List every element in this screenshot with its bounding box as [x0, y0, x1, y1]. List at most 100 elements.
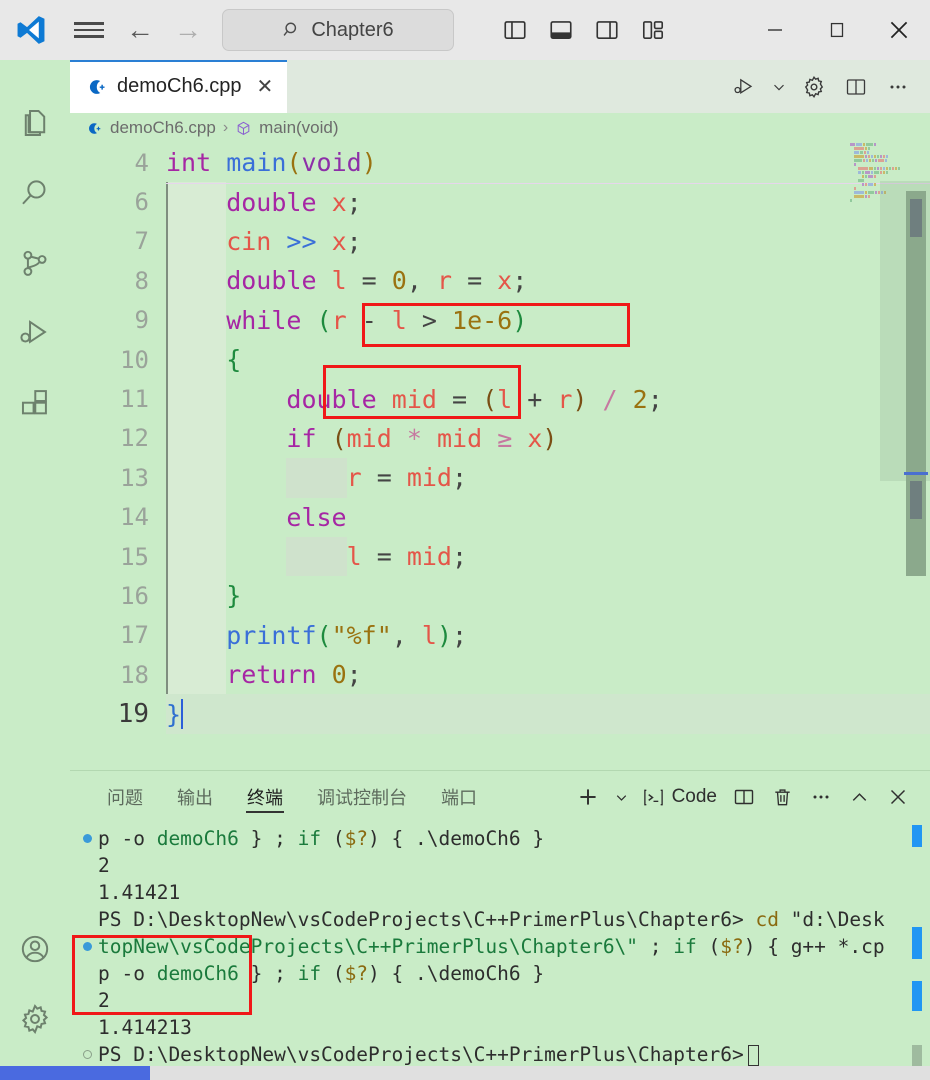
- panel-bottom-icon[interactable]: [542, 8, 580, 52]
- code-line[interactable]: 10 {: [70, 339, 930, 380]
- split-editor-icon[interactable]: [836, 65, 876, 109]
- code-line-body: double l = 0, r = x;: [166, 261, 930, 301]
- status-bar: [0, 1066, 930, 1080]
- code-line[interactable]: 19}: [70, 694, 930, 734]
- command-decoration-icon[interactable]: [76, 834, 98, 843]
- code-line[interactable]: 13 r = mid;: [70, 458, 930, 498]
- minimap-line: [854, 151, 902, 154]
- sidebar-item-extensions[interactable]: [0, 368, 70, 438]
- ellipsis-icon[interactable]: [803, 775, 839, 819]
- minimap-token: [867, 147, 870, 150]
- code-line[interactable]: 7 cin >> x;: [70, 221, 930, 262]
- breadcrumb-file[interactable]: demoCh6.cpp: [110, 118, 216, 138]
- command-decoration-icon[interactable]: [76, 1050, 98, 1059]
- ellipsis-icon[interactable]: [878, 65, 918, 109]
- split-terminal-icon[interactable]: [726, 775, 762, 819]
- minimap-token: [850, 143, 855, 146]
- code-line[interactable]: 8 double l = 0, r = x;: [70, 261, 930, 301]
- command-center[interactable]: Chapter6: [222, 9, 454, 51]
- minimap-token: [875, 159, 877, 162]
- code-line[interactable]: 17 printf("%f", l);: [70, 615, 930, 656]
- trash-icon[interactable]: [765, 775, 800, 819]
- run-debug-icon[interactable]: [724, 65, 764, 109]
- chevron-up-icon[interactable]: [842, 775, 877, 819]
- breadcrumb-separator: ›: [222, 119, 229, 136]
- code-line[interactable]: 16}: [70, 576, 930, 616]
- terminal-scrollbar[interactable]: [912, 823, 922, 1080]
- code-line[interactable]: 4 int main(void): [70, 143, 930, 182]
- minimap-token: [868, 167, 874, 170]
- code-text: }: [166, 699, 182, 729]
- line-number: 11: [120, 385, 149, 414]
- code-line-body: cin >> x;: [166, 221, 930, 262]
- hamburger-menu-icon[interactable]: [62, 0, 116, 60]
- terminal-line-text: 2: [98, 989, 110, 1012]
- code-line[interactable]: 18 return 0;: [70, 655, 930, 695]
- minimap-token: [867, 191, 874, 194]
- minimize-button[interactable]: [744, 0, 806, 60]
- layout-grid-icon[interactable]: [634, 8, 672, 52]
- minimap-token: [885, 155, 888, 158]
- indent-block: [168, 497, 227, 537]
- tab-ports[interactable]: 端口: [424, 771, 494, 823]
- sidebar-item-settings[interactable]: [0, 984, 70, 1054]
- indent-block: [168, 339, 227, 380]
- gear-icon[interactable]: [794, 65, 834, 109]
- close-icon[interactable]: [880, 775, 916, 819]
- sidebar-item-run-debug[interactable]: [0, 298, 70, 368]
- indent-block: [286, 536, 347, 577]
- close-icon[interactable]: ✕: [257, 74, 274, 99]
- title-bar: ← → Chapter6: [0, 0, 930, 60]
- tab-problems[interactable]: 问题: [90, 771, 160, 823]
- code-line[interactable]: 12 if (mid * mid ≥ x): [70, 418, 930, 459]
- minimap-token: [864, 147, 867, 150]
- maximize-button[interactable]: [806, 0, 868, 60]
- breadcrumb-symbol[interactable]: main(void): [259, 118, 338, 138]
- minimap-token: [864, 195, 867, 198]
- terminal-line: p -o demoCh6 } ; if ($?) { .\demoCh6 }: [76, 960, 930, 987]
- minimap-token: [863, 143, 866, 146]
- code-editor[interactable]: 4 int main(void) 6 double x; 7 cin >> x; 8 doub…: [70, 143, 930, 770]
- terminal-output[interactable]: p -o demoCh6 } ; if ($?) { .\demoCh6 } 2 1…: [70, 823, 930, 1080]
- arrow-forward-icon[interactable]: →: [164, 0, 212, 60]
- close-button[interactable]: [868, 0, 930, 60]
- sidebar-item-account[interactable]: [0, 914, 70, 984]
- code-line[interactable]: 9 while (r - l > 1e-6): [70, 300, 930, 340]
- tab-terminal[interactable]: 终端: [230, 771, 300, 823]
- code-line[interactable]: 14 else: [70, 497, 930, 537]
- chevron-down-icon[interactable]: [766, 65, 792, 109]
- tab-output[interactable]: 输出: [160, 771, 230, 823]
- code-line[interactable]: 15 l = mid;: [70, 536, 930, 577]
- indent-block: [168, 536, 227, 577]
- terminal-shell-button[interactable]: Code: [636, 775, 723, 819]
- minimap-token: [866, 159, 868, 162]
- sidebar-item-search[interactable]: [0, 158, 70, 228]
- line-number: 16: [120, 581, 149, 610]
- minimap-token: [865, 175, 867, 178]
- code-line[interactable]: 11 double mid = (l + r) / 2;: [70, 379, 930, 419]
- minimap-token: [873, 143, 876, 146]
- indent-block: [286, 458, 347, 498]
- terminal-line: 1.41421: [76, 879, 930, 906]
- minimap-token: [879, 155, 882, 158]
- code-line[interactable]: 6 double x;: [70, 182, 930, 222]
- sidebar-item-source-control[interactable]: [0, 228, 70, 298]
- sidebar-item-explorer[interactable]: [0, 88, 70, 158]
- indent-block: [168, 576, 227, 616]
- minimap-token: [864, 191, 867, 194]
- indent-block: [168, 261, 227, 301]
- code-text: double l = 0, r = x;: [226, 266, 528, 296]
- minimap[interactable]: [850, 143, 930, 770]
- plus-icon[interactable]: [569, 775, 607, 819]
- panel-left-icon[interactable]: [496, 8, 534, 52]
- command-decoration-icon[interactable]: [76, 942, 98, 951]
- tab-democh6-cpp[interactable]: demoCh6.cpp ✕: [70, 60, 288, 113]
- arrow-back-icon[interactable]: ←: [116, 0, 164, 60]
- editor-scrollbar[interactable]: [902, 143, 930, 770]
- command-center-text: Chapter6: [311, 18, 394, 41]
- minimap-line: [858, 171, 902, 174]
- line-number: 7: [134, 227, 149, 256]
- panel-right-icon[interactable]: [588, 8, 626, 52]
- tab-debug-console[interactable]: 调试控制台: [300, 771, 424, 823]
- chevron-down-icon[interactable]: [610, 775, 633, 819]
